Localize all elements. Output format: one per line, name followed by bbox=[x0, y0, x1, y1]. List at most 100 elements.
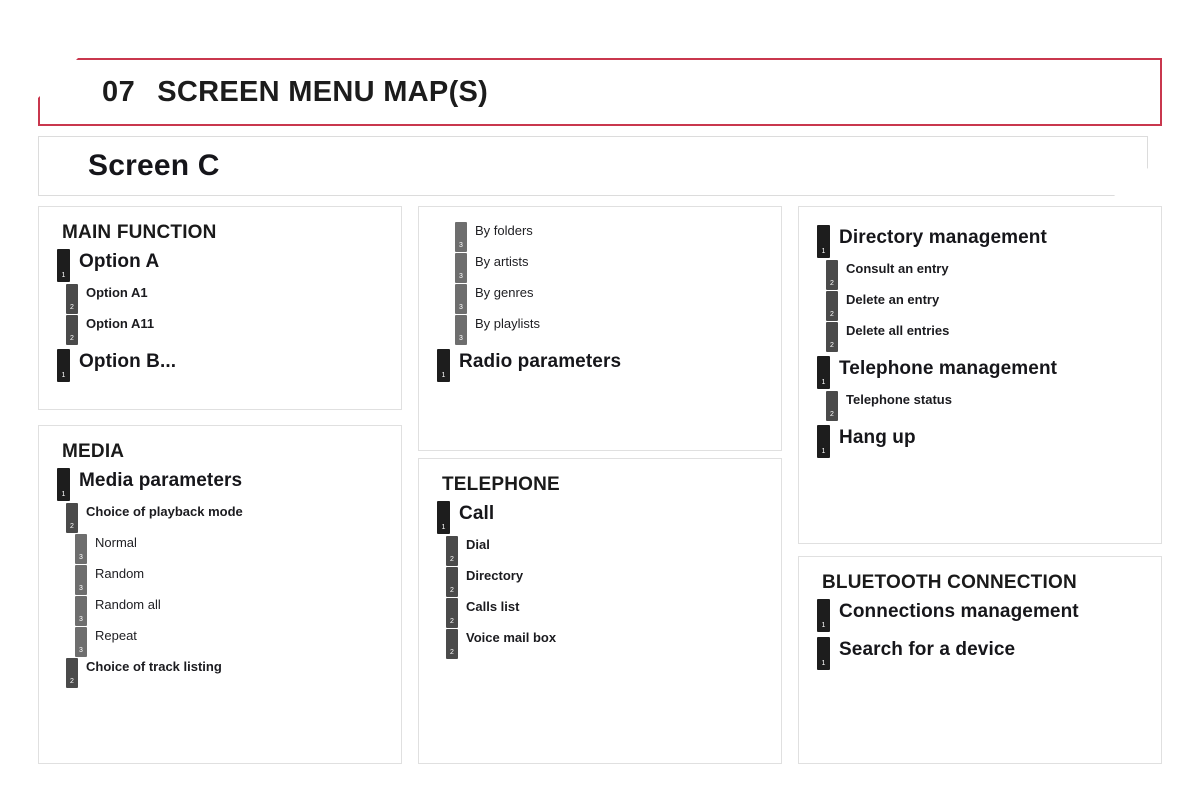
menu-item-level-2[interactable]: 2 Dial bbox=[437, 535, 765, 566]
level-badge-icon: 3 bbox=[75, 595, 87, 626]
level-badge-number: 1 bbox=[441, 371, 446, 379]
menu-item-level-1[interactable]: 1 Call bbox=[437, 499, 765, 535]
level-badge-number: 1 bbox=[61, 371, 66, 379]
level-badge-number: 1 bbox=[441, 523, 446, 531]
menu-item-level-1[interactable]: 1 Search for a device bbox=[817, 635, 1145, 671]
level-badge-icon: 2 bbox=[826, 290, 838, 321]
level-badge-icon: 3 bbox=[75, 626, 87, 657]
level-badge-icon: 1 bbox=[437, 500, 450, 534]
level-badge-number: 3 bbox=[459, 241, 463, 249]
menu-item-level-1[interactable]: 1 Directory management bbox=[817, 223, 1145, 259]
menu-item-label: Repeat bbox=[95, 628, 137, 643]
menu-item-label: Directory management bbox=[839, 227, 1047, 248]
level-badge-number: 2 bbox=[830, 410, 834, 418]
level-badge-icon: 2 bbox=[826, 390, 838, 421]
menu-item-level-2[interactable]: 2 Directory bbox=[437, 566, 765, 597]
level-badge-icon: 1 bbox=[817, 598, 830, 632]
menu-item-level-2[interactable]: 2 Telephone status bbox=[817, 390, 1145, 421]
level-badge-icon: 2 bbox=[826, 259, 838, 290]
level-badge-icon: 1 bbox=[817, 355, 830, 389]
level-badge-number: 3 bbox=[79, 615, 83, 623]
menu-item-label: Connections management bbox=[839, 601, 1079, 622]
section-heading: MEDIA bbox=[62, 441, 125, 462]
level-badge-number: 2 bbox=[830, 279, 834, 287]
menu-item-label: Option A1 bbox=[86, 285, 148, 300]
menu-item-level-3[interactable]: 3 Repeat bbox=[57, 626, 385, 657]
level-badge-number: 3 bbox=[459, 272, 463, 280]
menu-item-label: Hang up bbox=[839, 427, 916, 448]
menu-item-level-3[interactable]: 3 By artists bbox=[437, 252, 765, 283]
menu-item-label: Dial bbox=[466, 537, 490, 552]
menu-item-level-2[interactable]: 2 Option A11 bbox=[57, 314, 385, 345]
level-badge-icon: 1 bbox=[817, 636, 830, 670]
menu-item-label: By folders bbox=[475, 223, 533, 238]
menu-item-level-3[interactable]: 3 Random all bbox=[57, 595, 385, 626]
menu-item-level-3[interactable]: 3 By playlists bbox=[437, 314, 765, 345]
menu-item-level-2[interactable]: 2 Calls list bbox=[437, 597, 765, 628]
section-heading: TELEPHONE bbox=[442, 474, 560, 495]
menu-item-level-3[interactable]: 3 By folders bbox=[437, 221, 765, 252]
telephone-panel: TELEPHONE 1 Call 2 Dial 2 Directory 2 Calls list… bbox=[418, 458, 782, 764]
menu-item-label: Delete an entry bbox=[846, 292, 940, 307]
menu-item-label: Option B... bbox=[79, 351, 177, 372]
level-badge-icon: 2 bbox=[446, 597, 458, 628]
menu-item-level-2[interactable]: 2 Delete an entry bbox=[817, 290, 1145, 321]
menu-item-label: Radio parameters bbox=[459, 351, 622, 372]
level-badge-number: 1 bbox=[821, 659, 826, 667]
menu-item-level-1[interactable]: 1 Telephone management bbox=[817, 354, 1145, 390]
main-function-panel: MAIN FUNCTION 1 Option A 2 Option A1 2 Option … bbox=[38, 206, 402, 410]
menu-item-level-2[interactable]: 2 Voice mail box bbox=[437, 628, 765, 659]
chapter-number: 07 bbox=[102, 75, 136, 108]
level-badge-number: 3 bbox=[459, 303, 463, 311]
menu-item-level-2[interactable]: 2 Choice of track listing bbox=[57, 657, 385, 688]
menu-item-level-1[interactable]: 1 Connections management bbox=[817, 597, 1145, 633]
menu-item-level-3[interactable]: 3 Normal bbox=[57, 533, 385, 564]
menu-item-label: Choice of playback mode bbox=[86, 504, 243, 519]
menu-item-label: Directory bbox=[466, 568, 524, 583]
level-badge-icon: 3 bbox=[75, 533, 87, 564]
menu-item-level-2[interactable]: 2 Choice of playback mode bbox=[57, 502, 385, 533]
menu-item-level-1[interactable]: 1 Radio parameters bbox=[437, 347, 765, 383]
level-badge-number: 2 bbox=[450, 648, 454, 656]
menu-item-label: Call bbox=[459, 503, 495, 524]
level-badge-icon: 3 bbox=[455, 221, 467, 252]
level-badge-icon: 1 bbox=[57, 248, 70, 282]
level-badge-number: 2 bbox=[450, 555, 454, 563]
menu-item-label: By genres bbox=[475, 285, 534, 300]
level-badge-number: 3 bbox=[79, 553, 83, 561]
screen-bar-label: Screen C bbox=[88, 149, 220, 182]
menu-item-level-1[interactable]: 1 Hang up bbox=[817, 423, 1145, 459]
menu-item-level-3[interactable]: 3 Random bbox=[57, 564, 385, 595]
menu-item-level-1[interactable]: 1 Media parameters bbox=[57, 466, 385, 502]
menu-item-label: Normal bbox=[95, 535, 137, 550]
menu-item-label: Option A bbox=[79, 251, 160, 272]
level-badge-number: 1 bbox=[61, 271, 66, 279]
menu-item-level-3[interactable]: 3 By genres bbox=[437, 283, 765, 314]
menu-item-level-1[interactable]: 1 Option B... bbox=[57, 347, 385, 383]
level-badge-icon: 3 bbox=[455, 283, 467, 314]
level-badge-number: 2 bbox=[70, 334, 74, 342]
level-badge-number: 2 bbox=[70, 522, 74, 530]
level-badge-icon: 1 bbox=[57, 467, 70, 501]
level-badge-number: 1 bbox=[821, 447, 826, 455]
menu-item-label: By playlists bbox=[475, 316, 541, 331]
level-badge-number: 1 bbox=[61, 490, 66, 498]
media-continued-panel: 3 By folders 3 By artists 3 By genres 3 By play… bbox=[418, 206, 782, 451]
menu-item-level-2[interactable]: 2 Delete all entries bbox=[817, 321, 1145, 352]
level-badge-icon: 3 bbox=[455, 252, 467, 283]
menu-item-label: Search for a device bbox=[839, 639, 1016, 660]
level-badge-icon: 1 bbox=[817, 424, 830, 458]
level-badge-icon: 1 bbox=[437, 348, 450, 382]
menu-item-level-2[interactable]: 2 Option A1 bbox=[57, 283, 385, 314]
level-badge-icon: 2 bbox=[66, 657, 78, 688]
menu-item-level-1[interactable]: 1 Option A bbox=[57, 247, 385, 283]
level-badge-icon: 3 bbox=[75, 564, 87, 595]
menu-item-level-2[interactable]: 2 Consult an entry bbox=[817, 259, 1145, 290]
menu-item-label: Calls list bbox=[466, 599, 520, 614]
level-badge-number: 3 bbox=[79, 584, 83, 592]
menu-item-label: Telephone status bbox=[846, 392, 952, 407]
level-badge-number: 2 bbox=[450, 617, 454, 625]
menu-item-label: Option A11 bbox=[86, 316, 155, 331]
level-badge-number: 2 bbox=[830, 341, 834, 349]
level-badge-icon: 2 bbox=[826, 321, 838, 352]
